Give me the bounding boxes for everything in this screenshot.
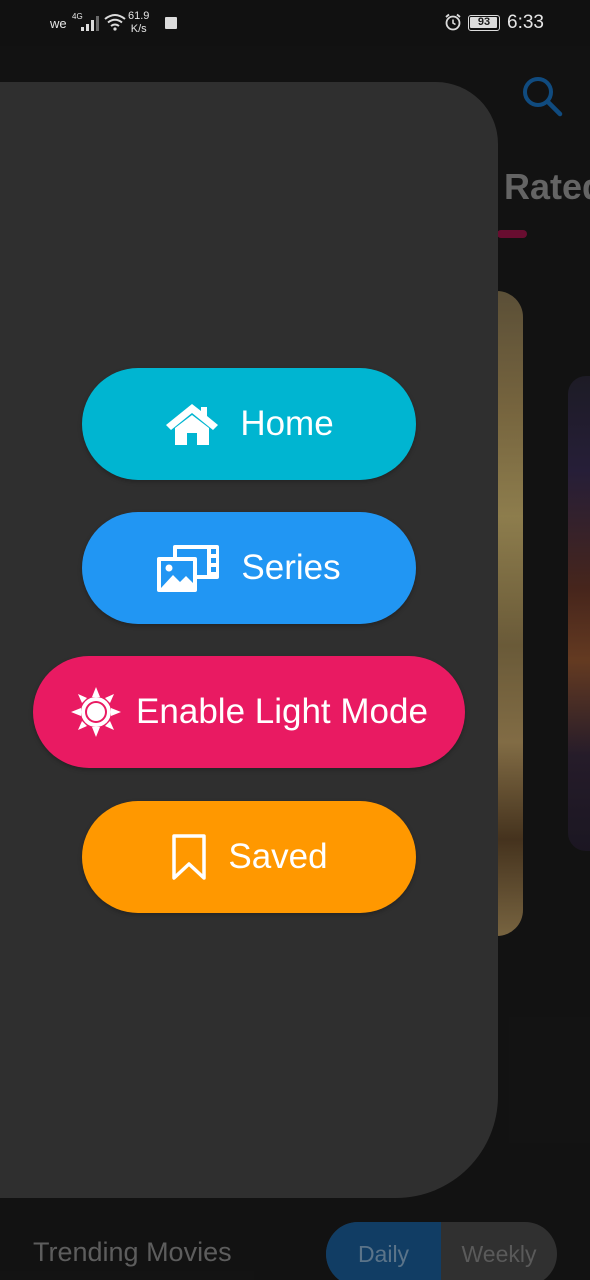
home-button[interactable]: Home (82, 368, 416, 480)
status-bar: we 4G 61.9 K/s 93 6:33 (0, 0, 590, 46)
network-speed: 61.9 K/s (128, 10, 149, 36)
clock: 6:33 (507, 12, 544, 33)
saved-label: Saved (228, 837, 328, 876)
series-button[interactable]: Series (82, 512, 416, 624)
bookmark-icon (170, 833, 208, 881)
home-label: Home (240, 404, 334, 443)
series-label: Series (241, 548, 341, 587)
battery-indicator: 93 (468, 15, 500, 31)
navigation-drawer: Home Series Enable Light Mode Saved (0, 82, 498, 1198)
network-speed-value: 61.9 (128, 10, 150, 22)
sun-icon (70, 686, 122, 738)
carrier-label: we (50, 16, 67, 31)
light-mode-label: Enable Light Mode (136, 692, 428, 731)
battery-level: 93 (477, 16, 491, 28)
screen: we 4G 61.9 K/s 93 6:33 Rate Trending Mov… (0, 0, 590, 1280)
light-mode-button[interactable]: Enable Light Mode (33, 656, 465, 768)
notification-icon (165, 17, 177, 29)
wifi-icon (104, 13, 126, 36)
network-speed-unit: K/s (130, 23, 147, 35)
home-icon (164, 401, 220, 447)
alarm-icon (444, 13, 462, 36)
signal-icon (80, 14, 100, 37)
film-photo-icon (157, 542, 221, 594)
saved-button[interactable]: Saved (82, 801, 416, 913)
